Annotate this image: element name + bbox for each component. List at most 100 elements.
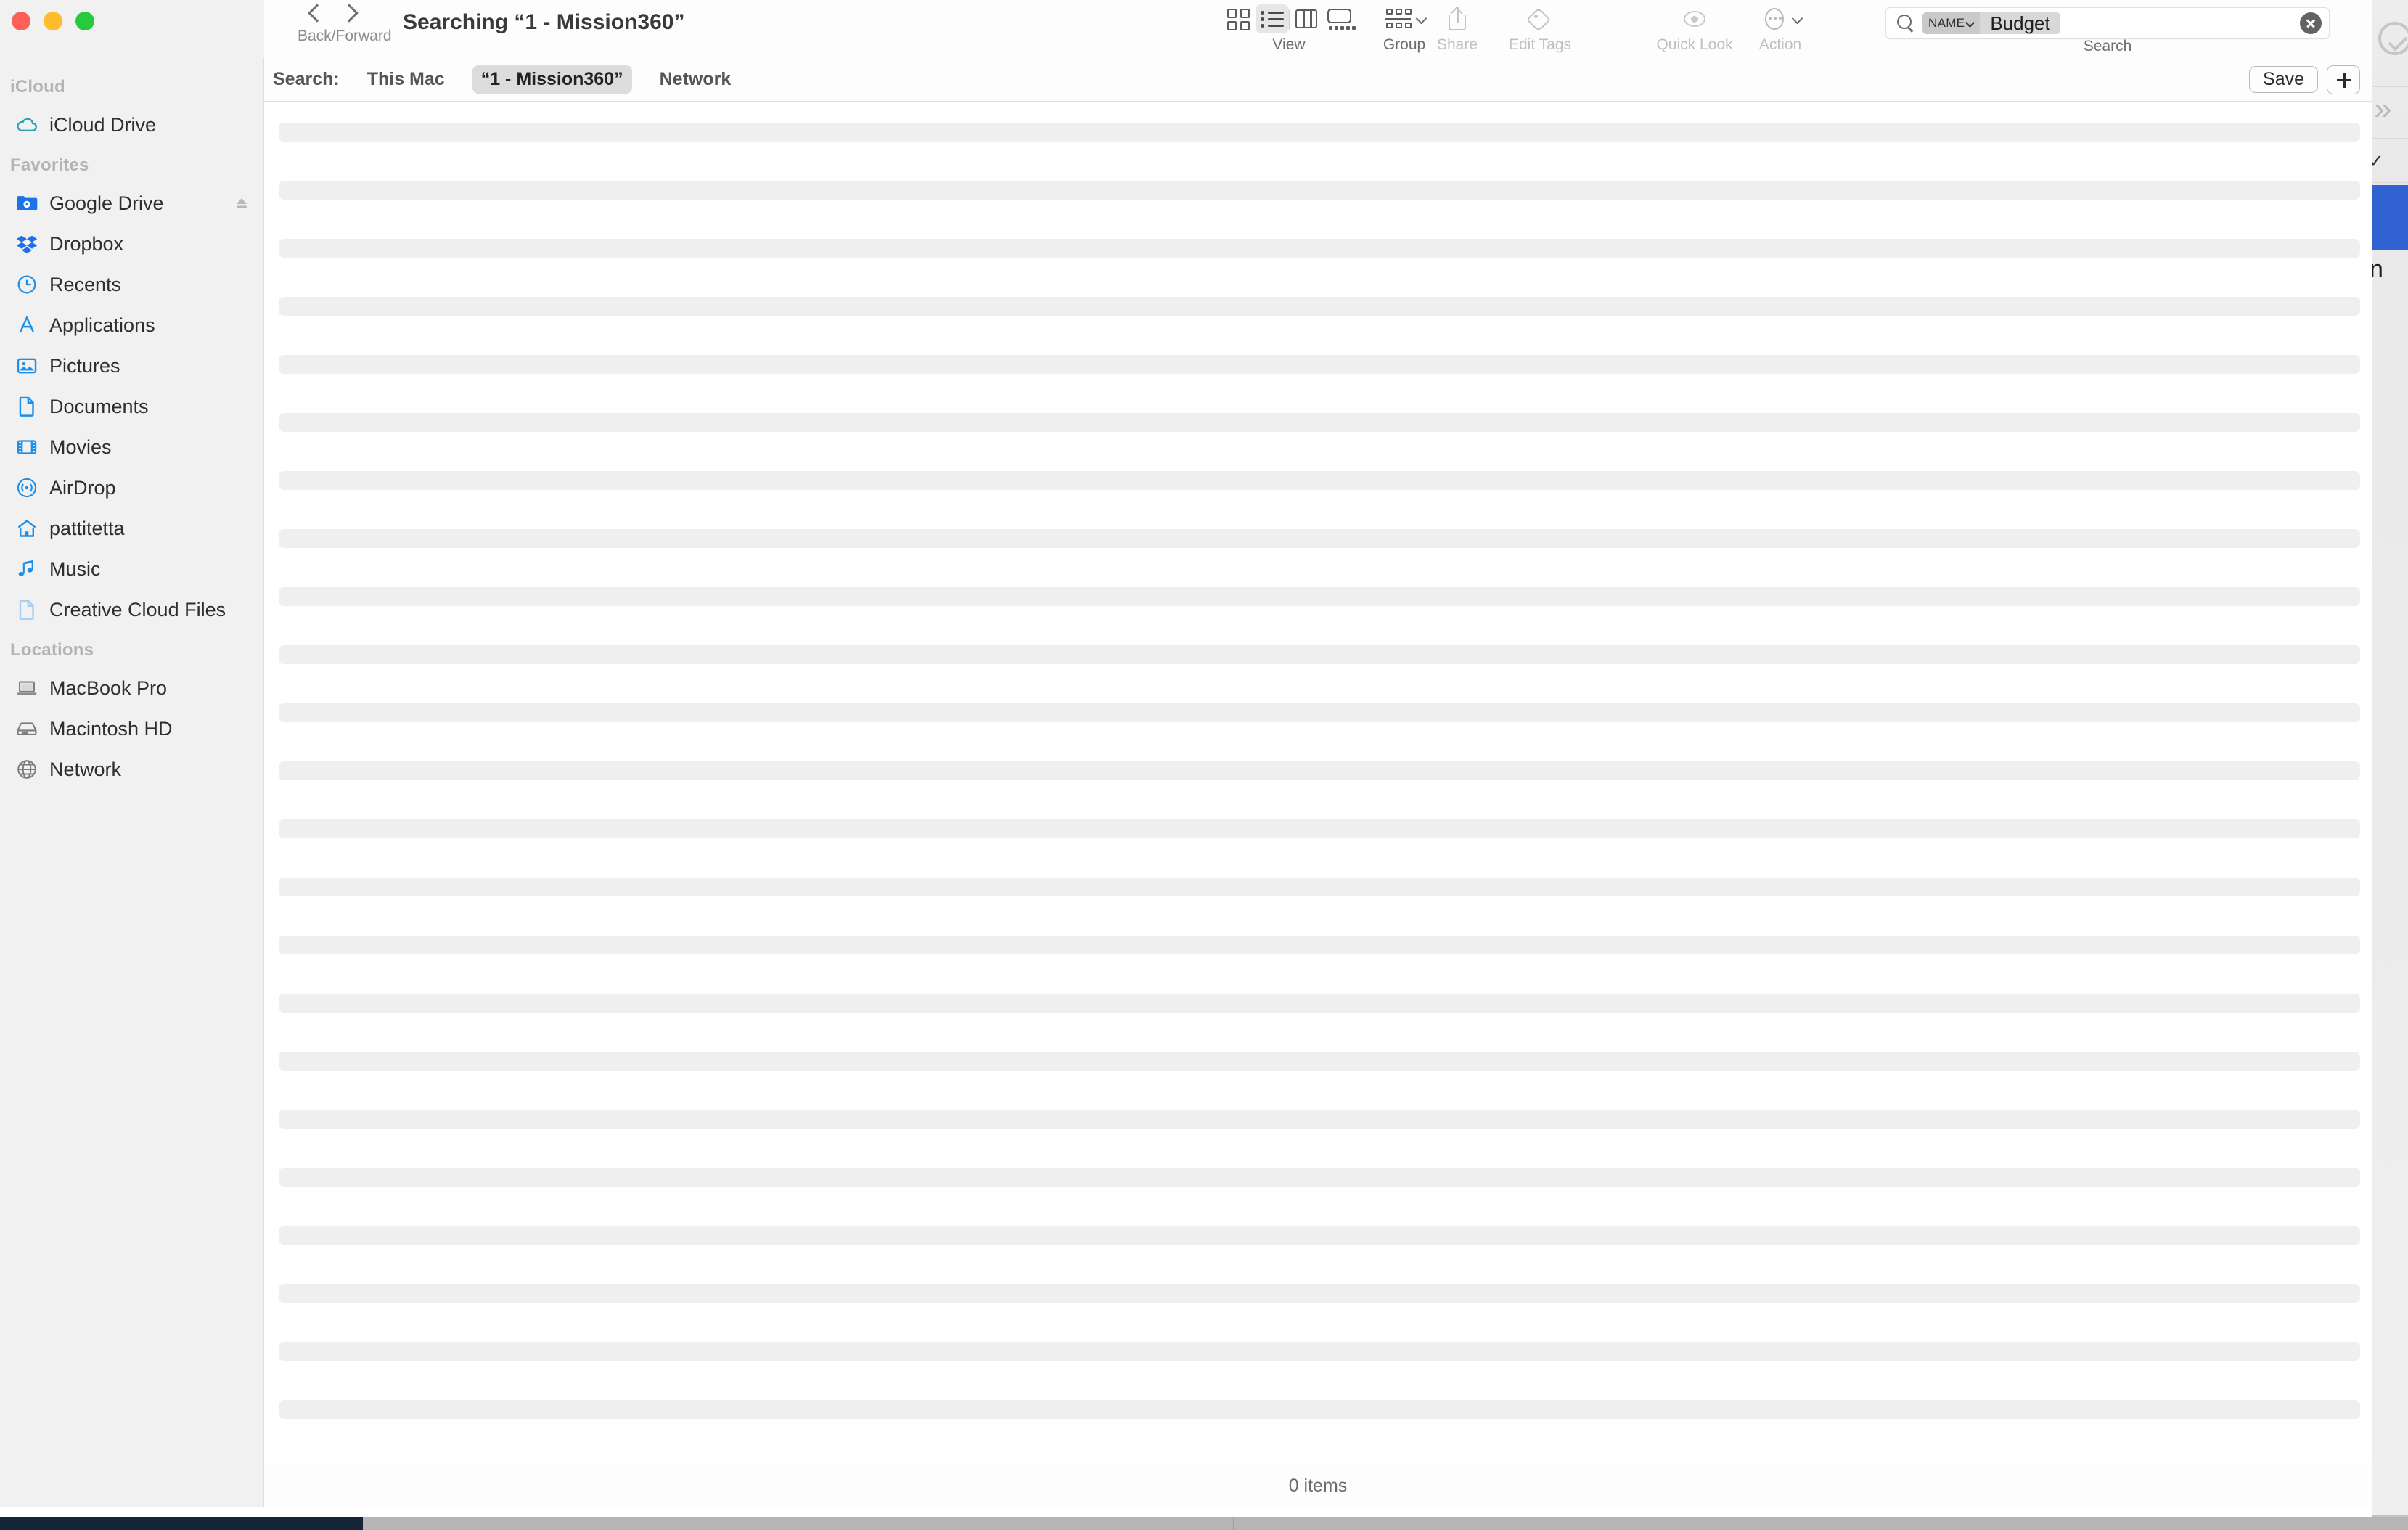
sidebar-item-creative-cloud-files[interactable]: Creative Cloud Files (4, 589, 259, 630)
search-label: Search (2083, 38, 2132, 54)
scope-item-mission360[interactable]: “1 - Mission360” (472, 65, 632, 94)
dock-segment[interactable] (943, 1517, 1234, 1530)
sidebar-section-locations: Locations (10, 640, 94, 660)
sidebar-item-macbook-pro[interactable]: MacBook Pro (4, 668, 259, 708)
applications-icon (15, 313, 39, 338)
status-bar: 0 items (264, 1465, 2372, 1507)
sidebar-item-label: Google Drive (49, 192, 164, 214)
file-row-placeholder[interactable] (279, 413, 2360, 432)
file-row-placeholder[interactable] (279, 703, 2360, 722)
background-window-row[interactable]: ✓ (2372, 138, 2408, 183)
sidebar-item-label: AirDrop (49, 476, 116, 499)
file-list[interactable] (264, 102, 2372, 1465)
close-button[interactable] (12, 12, 30, 30)
music-note-icon (15, 557, 39, 581)
sidebar-bottom-filler (0, 1465, 264, 1507)
item-count-label: 0 items (1288, 1476, 1348, 1496)
file-row-placeholder[interactable] (279, 1400, 2360, 1419)
background-window-row-glyph: ✓ (2372, 150, 2384, 173)
file-row-placeholder[interactable] (279, 471, 2360, 490)
sidebar-item-music[interactable]: Music (4, 549, 259, 589)
file-row-placeholder[interactable] (279, 181, 2360, 200)
harddisk-icon (15, 716, 39, 741)
sidebar-item-movies[interactable]: Movies (4, 427, 259, 467)
search-scope-bar[interactable]: Search: This Mac “1 - Mission360” Networ… (264, 58, 2372, 102)
dock-segment[interactable] (363, 1517, 689, 1530)
file-row-placeholder[interactable] (279, 761, 2360, 780)
sidebar-item-pictures[interactable]: Pictures (4, 345, 259, 386)
sidebar-item-label: pattitetta (49, 517, 125, 539)
file-row-placeholder[interactable] (279, 587, 2360, 606)
file-row-placeholder[interactable] (279, 123, 2360, 142)
sidebar-item-dropbox[interactable]: Dropbox (4, 224, 259, 264)
scope-bar-label: Search: (273, 69, 340, 89)
file-row-placeholder[interactable] (279, 1342, 2360, 1361)
sidebar-item-icloud-drive[interactable]: iCloud Drive (4, 105, 259, 145)
sidebar-item-recents[interactable]: Recents (4, 264, 259, 305)
sidebar-item-label: Creative Cloud Files (49, 598, 226, 621)
background-window[interactable]: » ✓ n (2372, 0, 2408, 1515)
sidebar-item-label: Dropbox (49, 232, 124, 255)
file-row-placeholder[interactable] (279, 1284, 2360, 1303)
file-row-placeholder[interactable] (279, 936, 2360, 954)
toolbar-label-edit-tags: Edit Tags (1509, 36, 1571, 53)
chevron-double-right-icon[interactable]: » (2374, 93, 2392, 125)
sidebar-item-airdrop[interactable]: AirDrop (4, 467, 259, 508)
file-row-placeholder[interactable] (279, 529, 2360, 548)
sidebar-item-applications[interactable]: Applications (4, 305, 259, 345)
sidebar-item-label: Documents (49, 395, 149, 417)
file-row-placeholder[interactable] (279, 239, 2360, 258)
scope-item-this-mac[interactable]: This Mac (359, 65, 454, 94)
toolbar-label-action: Action (1758, 36, 1802, 53)
window-controls[interactable] (12, 12, 94, 30)
pictures-icon (15, 353, 39, 378)
cloud-icon (15, 112, 39, 137)
file-row-placeholder[interactable] (279, 819, 2360, 838)
laptop-icon (15, 676, 39, 700)
zoom-button[interactable] (75, 12, 94, 30)
sidebar-item-label: Network (49, 758, 122, 780)
sidebar-item-home[interactable]: pattitetta (4, 508, 259, 549)
scope-item-network[interactable]: Network (651, 65, 740, 94)
airdrop-icon (15, 475, 39, 500)
file-row-placeholder[interactable] (279, 1226, 2360, 1245)
plus-icon[interactable] (2327, 65, 2360, 94)
sidebar-section-favorites: Favorites (10, 155, 89, 175)
globe-icon (15, 757, 39, 782)
document-icon (15, 597, 39, 622)
home-icon (15, 516, 39, 541)
file-row-placeholder[interactable] (279, 1052, 2360, 1071)
dock-segment[interactable] (0, 1517, 363, 1530)
file-row-placeholder[interactable] (279, 297, 2360, 316)
save-button[interactable]: Save (2249, 65, 2318, 94)
sidebar-item-label: Pictures (49, 354, 120, 377)
chevron-right-icon[interactable] (343, 4, 361, 23)
finder-window[interactable]: Back/Forward Searching “1 - Mission360” (0, 0, 2372, 1518)
eject-icon[interactable] (232, 193, 252, 213)
finder-toolbar: Back/Forward Searching “1 - Mission360” (0, 0, 2372, 58)
sidebar-item-documents[interactable]: Documents (4, 386, 259, 427)
minimize-button[interactable] (44, 12, 62, 30)
sidebar-item-label: iCloud Drive (49, 113, 157, 136)
folder-drive-icon (15, 191, 39, 216)
check-circle-icon (2378, 22, 2408, 55)
file-row-placeholder[interactable] (279, 1110, 2360, 1129)
sidebar-item-label: Movies (49, 435, 112, 458)
chevron-left-icon[interactable] (308, 4, 327, 23)
file-row-placeholder[interactable] (279, 1168, 2360, 1187)
file-row-placeholder[interactable] (279, 355, 2360, 374)
finder-sidebar[interactable]: iCloud iCloud Drive Favorites Google Dri… (0, 58, 264, 1507)
back-forward-group[interactable]: Back/Forward (298, 4, 392, 45)
clock-icon (15, 272, 39, 297)
background-window-selected-row[interactable] (2372, 185, 2408, 250)
sidebar-item-network[interactable]: Network (4, 749, 259, 790)
dock-strip[interactable] (0, 1517, 2408, 1530)
sidebar-item-label: Recents (49, 273, 122, 295)
sidebar-item-google-drive[interactable]: Google Drive (4, 183, 259, 224)
file-row-placeholder[interactable] (279, 878, 2360, 896)
sidebar-item-label: Applications (49, 314, 155, 336)
file-row-placeholder[interactable] (279, 645, 2360, 664)
file-row-placeholder[interactable] (279, 994, 2360, 1012)
dock-segment[interactable] (689, 1517, 943, 1530)
sidebar-item-macintosh-hd[interactable]: Macintosh HD (4, 708, 259, 749)
